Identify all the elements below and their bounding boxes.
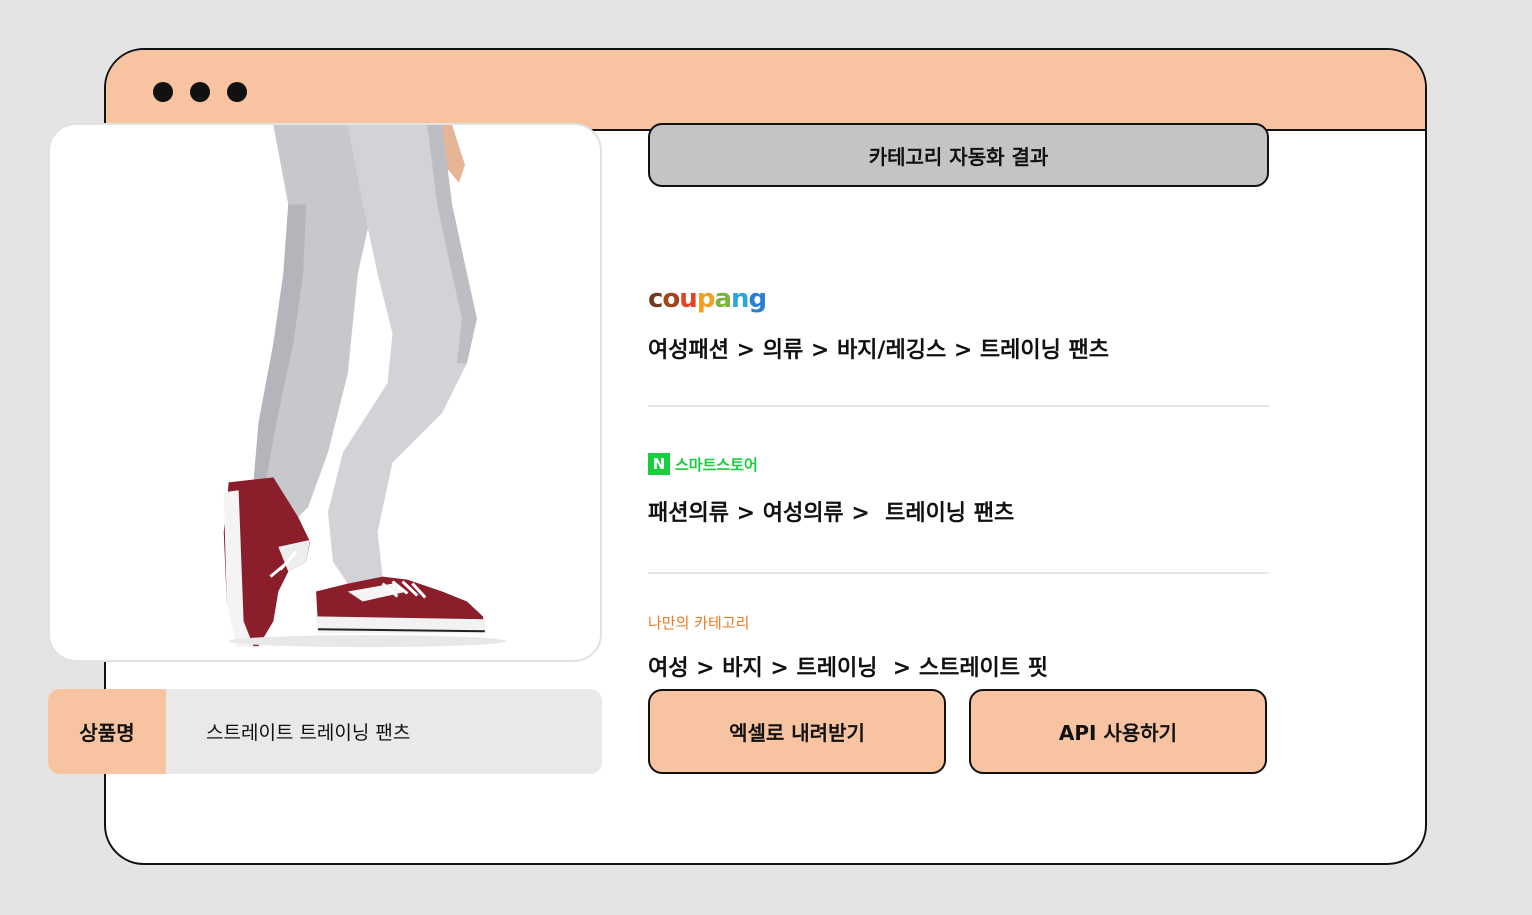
- coupang-logo-letter: u: [679, 284, 697, 314]
- coupang-logo-letter: c: [648, 284, 663, 314]
- coupang-category-path: 여성패션 > 의류 > 바지/레깅스 > 트레이닝 팬츠: [648, 338, 1110, 363]
- product-name-label: 상품명: [48, 689, 166, 774]
- naver-n-icon: N: [648, 453, 670, 475]
- coupang-logo-letter: n: [730, 284, 749, 314]
- product-image-panel: [48, 123, 602, 662]
- coupang-logo: coupang: [648, 284, 1269, 314]
- coupang-logo-letter: p: [696, 284, 716, 314]
- divider: [648, 572, 1269, 574]
- custom-category-path: 여성 > 바지 > 트레이닝 > 스트레이트 핏: [648, 656, 1048, 681]
- window-control-dot[interactable]: [227, 82, 247, 102]
- window-control-dot[interactable]: [190, 82, 210, 102]
- window-control-dot[interactable]: [153, 82, 173, 102]
- use-api-button[interactable]: API 사용하기: [969, 689, 1267, 774]
- coupang-logo-letter: g: [748, 284, 768, 314]
- product-photo: [223, 125, 507, 648]
- divider: [648, 405, 1269, 407]
- naver-category-path: 패션의류 > 여성의류 > 트레이닝 팬츠: [648, 501, 1015, 526]
- category-result-header: 카테고리 자동화 결과: [648, 123, 1269, 187]
- title-bar: [106, 50, 1425, 131]
- naver-logo-text: 스마트스토어: [675, 455, 758, 474]
- product-name-value[interactable]: 스트레이트 트레이닝 팬츠: [206, 689, 410, 774]
- custom-category-label: 나만의 카테고리: [648, 614, 750, 632]
- coupang-section: coupang: [648, 284, 1269, 314]
- coupang-logo-letter: o: [662, 284, 680, 314]
- product-name-field: 상품명 스트레이트 트레이닝 팬츠: [48, 689, 602, 774]
- download-excel-button[interactable]: 엑셀로 내려받기: [648, 689, 946, 774]
- coupang-logo-letter: a: [714, 284, 732, 314]
- naver-smartstore-logo: N 스마트스토어: [648, 453, 1269, 475]
